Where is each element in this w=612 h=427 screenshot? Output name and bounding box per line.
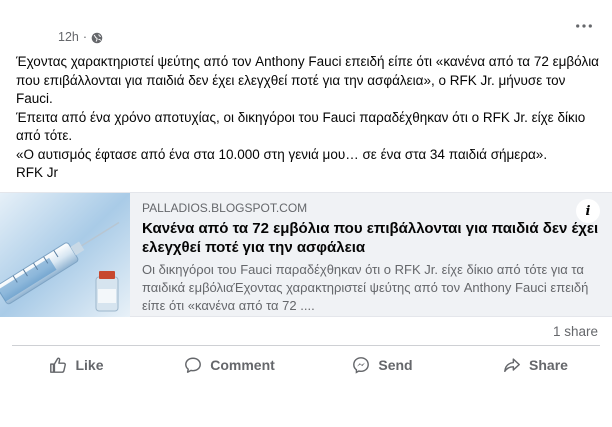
link-preview-card[interactable]: PALLADIOS.BLOGSPOT.COM Κανένα από τα 72 … bbox=[0, 192, 612, 317]
post-actions-bar: Like Comment Send Share bbox=[0, 347, 612, 383]
info-icon[interactable]: i bbox=[576, 199, 600, 223]
messenger-icon bbox=[353, 357, 370, 374]
post-header: 12h · bbox=[58, 30, 103, 44]
share-count[interactable]: 1 share bbox=[553, 324, 598, 339]
feed-spacer bbox=[0, 391, 612, 427]
post-paragraph: Έπειτα από ένα χρόνο αποτυχίας, οι δικηγ… bbox=[16, 109, 586, 144]
post-paragraph: Έχοντας χαρακτηριστεί ψεύτης από τον Ant… bbox=[16, 54, 599, 106]
post-message: Έχοντας χαρακτηριστεί ψεύτης από τον Ant… bbox=[16, 53, 601, 183]
send-button[interactable]: Send bbox=[306, 347, 459, 383]
more-options-button[interactable] bbox=[574, 16, 594, 36]
share-label: Share bbox=[529, 357, 568, 373]
link-thumbnail[interactable] bbox=[0, 193, 130, 317]
globe-icon bbox=[91, 31, 103, 44]
link-title[interactable]: Κανένα από τα 72 εμβόλια που επιβάλλοντα… bbox=[142, 219, 607, 257]
share-arrow-icon bbox=[504, 358, 520, 373]
thumbs-up-icon bbox=[50, 357, 67, 373]
post-paragraph: RFK Jr bbox=[16, 165, 58, 180]
link-description: Οι δικηγόροι του Fauci παραδέχθηκαν ότι … bbox=[142, 262, 589, 313]
send-label: Send bbox=[378, 357, 413, 373]
share-button[interactable]: Share bbox=[459, 347, 612, 383]
like-label: Like bbox=[75, 357, 104, 373]
link-text: PALLADIOS.BLOGSPOT.COM Κανένα από τα 72 … bbox=[142, 201, 607, 315]
comment-button[interactable]: Comment bbox=[153, 347, 306, 383]
comment-label: Comment bbox=[210, 357, 275, 373]
action-divider bbox=[12, 345, 600, 346]
syringe-image bbox=[0, 193, 130, 317]
like-button[interactable]: Like bbox=[0, 347, 153, 383]
post-paragraph: «Ο αυτισμός έφτασε από ένα στα 10.000 στ… bbox=[16, 146, 548, 162]
post-timestamp[interactable]: 12h bbox=[58, 30, 79, 44]
timestamp-separator: · bbox=[82, 30, 88, 44]
link-domain: PALLADIOS.BLOGSPOT.COM bbox=[142, 201, 308, 215]
speech-bubble-icon bbox=[185, 357, 202, 373]
post-card: 12h · Έχοντας χαρακτηριστεί ψεύτης από τ… bbox=[0, 0, 612, 391]
